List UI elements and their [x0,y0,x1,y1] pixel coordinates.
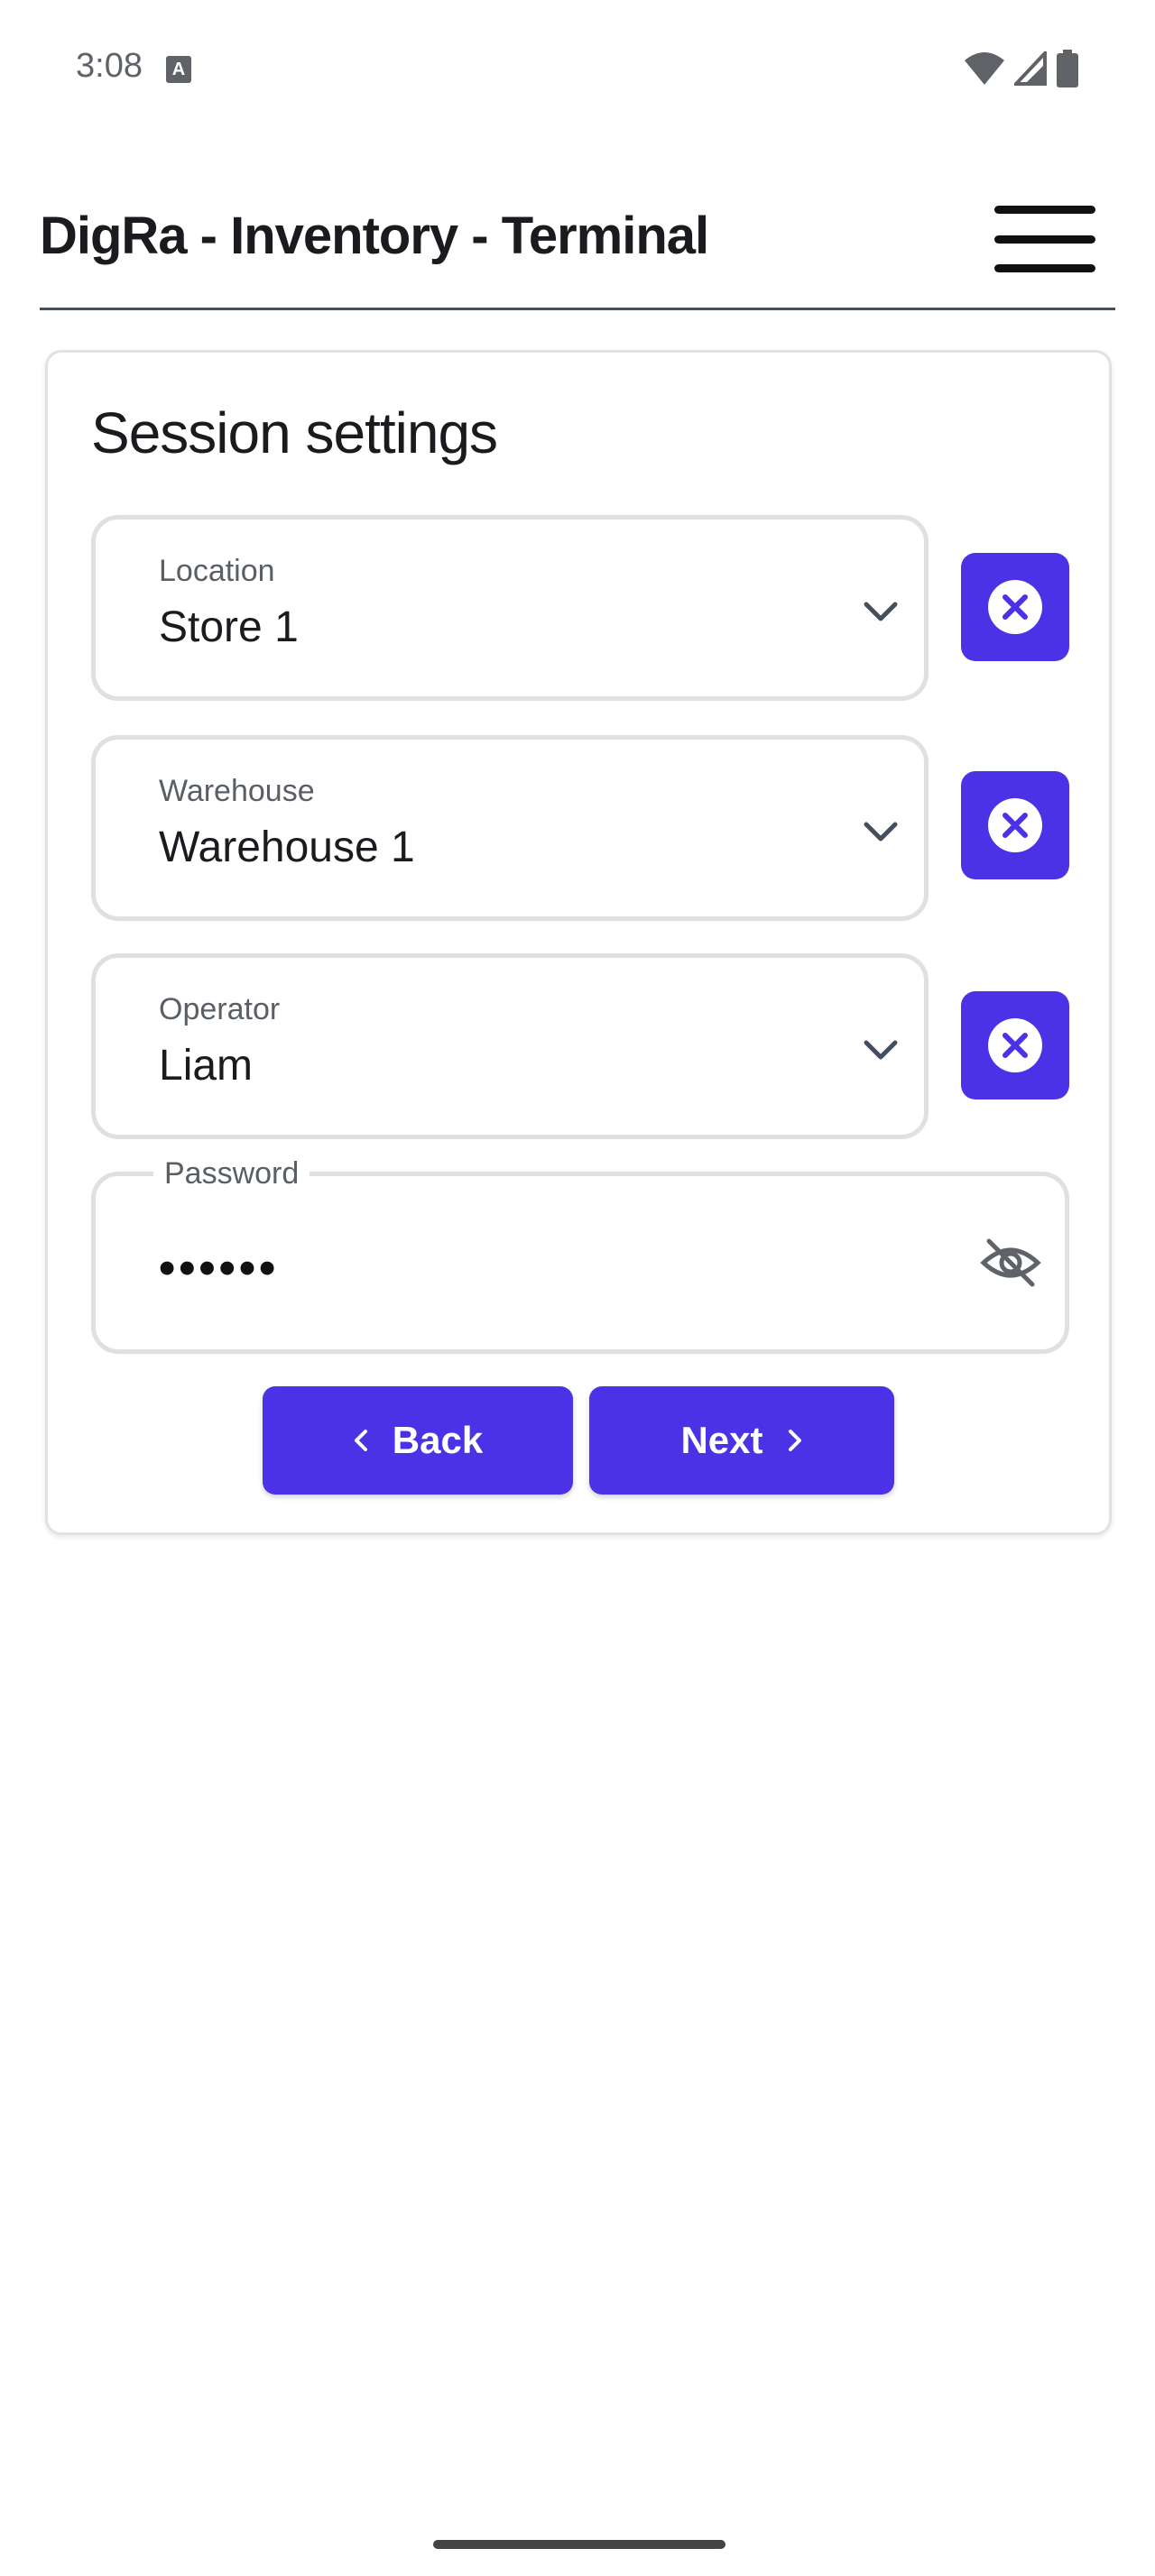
status-bar: 3:08 A [0,0,1155,135]
operator-label: Operator [159,992,281,1026]
close-circle-icon [988,580,1042,634]
close-circle-icon [988,798,1042,852]
back-button[interactable]: Back [263,1386,573,1495]
menu-bar [994,206,1095,214]
cell-signal-icon [1014,51,1047,86]
warehouse-value: Warehouse 1 [159,823,415,871]
chevron-down-icon [864,602,898,621]
clear-operator-button[interactable] [961,991,1069,1099]
next-label: Next [680,1419,763,1461]
clear-warehouse-button[interactable] [961,771,1069,879]
next-button[interactable]: Next [589,1386,894,1495]
hamburger-menu-icon[interactable] [993,202,1097,276]
eye-off-icon[interactable] [980,1236,1041,1290]
menu-bar [994,264,1095,272]
password-field[interactable]: Password •••••• [91,1156,1069,1354]
menu-bar [994,235,1095,244]
clear-location-button[interactable] [961,553,1069,661]
chevron-down-icon [864,1040,898,1060]
chevron-right-icon [788,1430,801,1451]
close-circle-icon [988,1018,1042,1072]
screen: 3:08 A DigRa - Inventory - Terminal Sess… [0,0,1155,2576]
notification-a-icon: A [166,56,191,83]
warehouse-label: Warehouse [159,774,315,808]
wifi-icon [965,52,1004,85]
app-title: DigRa - Inventory - Terminal [40,207,709,265]
battery-icon [1057,50,1078,87]
header-divider [40,308,1115,310]
status-time: 3:08 [76,47,143,85]
password-label: Password [153,1156,310,1191]
session-settings-card: Session settings Location Store 1 Wareho… [45,350,1112,1535]
chevron-down-icon [864,822,898,842]
chevron-left-icon [354,1430,367,1451]
status-icons [964,50,1079,87]
operator-select[interactable]: Operator Liam [91,953,929,1139]
password-input[interactable]: •••••• [159,1241,279,1295]
operator-value: Liam [159,1042,254,1090]
back-label: Back [392,1419,484,1461]
card-title: Session settings [91,400,498,465]
home-indicator[interactable] [433,2540,725,2549]
location-select[interactable]: Location Store 1 [91,515,929,701]
location-label: Location [159,554,275,588]
warehouse-select[interactable]: Warehouse Warehouse 1 [91,735,929,921]
location-value: Store 1 [159,603,299,651]
